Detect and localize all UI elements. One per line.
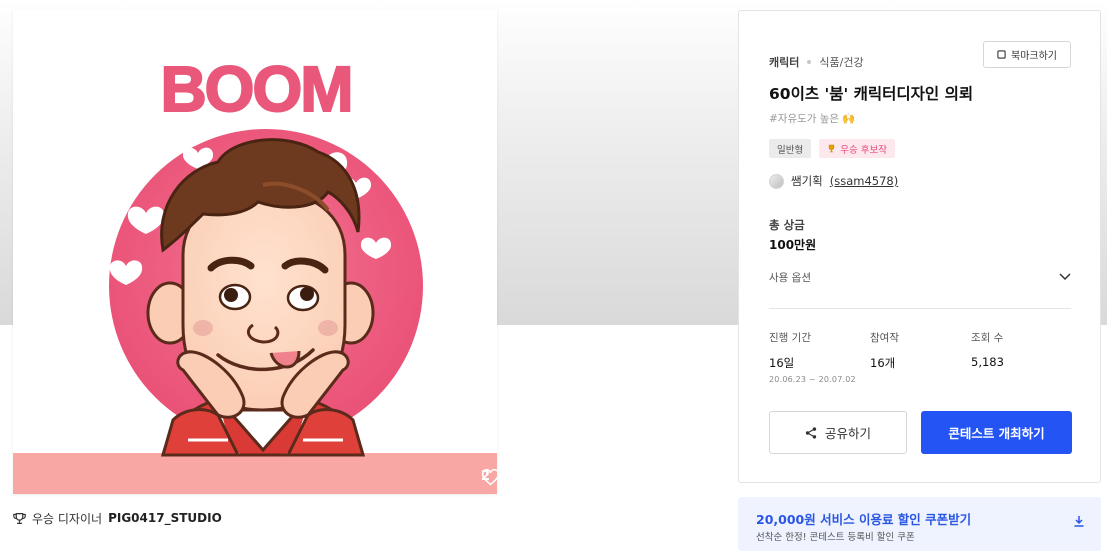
share-icon: [805, 426, 817, 439]
chevron-down-icon: [1059, 273, 1071, 281]
type-badge-label: 일반형: [777, 144, 804, 156]
host-name: 쌤기획: [791, 174, 823, 188]
usage-options-toggle[interactable]: 사용 옵션: [769, 267, 1071, 287]
breadcrumb: 캐릭터 식품/건강: [769, 54, 864, 70]
character-illustration: BOOM: [13, 52, 497, 494]
contest-stats: 진행 기간 16일 20.06.23 ~ 20.07.02 참여작 16개 조회…: [769, 330, 1074, 390]
bookmark-button[interactable]: 북마크하기: [983, 41, 1071, 68]
winner-name[interactable]: PIG0417_STUDIO: [108, 511, 222, 525]
host-avatar: [769, 173, 784, 189]
coupon-title: 20,000원 서비스 이용료 할인 쿠폰받기: [756, 512, 972, 527]
prize-label: 총 상금: [769, 218, 805, 232]
divider: [769, 308, 1071, 309]
stat-period-dates: 20.06.23 ~ 20.07.02: [769, 375, 856, 384]
bookmark-icon: [997, 50, 1006, 59]
stat-views-value: 5,183: [971, 355, 1004, 369]
host-contest-button[interactable]: 콘테스트 개최하기: [921, 411, 1072, 454]
bookmark-label: 북마크하기: [1011, 51, 1057, 62]
coupon-subtitle: 선착순 한정! 콘테스트 등록비 할인 쿠폰: [756, 532, 915, 543]
award-badge: 우승 후보작: [819, 139, 895, 158]
winner-info: 우승 디자이너 PIG0417_STUDIO: [13, 510, 222, 526]
stat-views-label: 조회 수: [971, 332, 1004, 344]
contest-tagline: #자유도가 높은 🙌: [769, 113, 856, 125]
stat-entries-value: 16개: [870, 356, 896, 370]
host-id-link[interactable]: (ssam4578): [830, 174, 898, 188]
trophy-icon: [829, 144, 835, 153]
stat-period-value: 16일: [769, 356, 795, 370]
trophy-icon: [13, 512, 26, 524]
heart-icon: [481, 469, 497, 486]
contest-title: 60이츠 '붐' 캐릭터디자인 의뢰: [769, 85, 974, 103]
download-icon[interactable]: [1073, 515, 1085, 527]
host-info: 쌤기획 (ssam4578): [769, 173, 898, 189]
like-button[interactable]: 2: [481, 469, 497, 486]
stat-views: 조회 수 5,183: [971, 330, 1004, 369]
stat-entries-label: 참여작: [870, 332, 899, 344]
coupon-banner[interactable]: 20,000원 서비스 이용료 할인 쿠폰받기 선착순 한정! 콘테스트 등록비…: [738, 497, 1101, 551]
share-button[interactable]: 공유하기: [769, 411, 907, 454]
contest-info-panel: 캐릭터 식품/건강 북마크하기 60이츠 '붐' 캐릭터디자인 의뢰 #자유도가…: [738, 10, 1101, 483]
breadcrumb-category[interactable]: 캐릭터: [769, 54, 799, 70]
award-badge-label: 우승 후보작: [840, 144, 887, 156]
breadcrumb-separator: [807, 60, 812, 64]
breadcrumb-subcategory[interactable]: 식품/건강: [819, 54, 863, 70]
type-badge: 일반형: [769, 139, 812, 158]
artwork-card[interactable]: BOOM 2: [13, 10, 497, 494]
stat-period: 진행 기간 16일 20.06.23 ~ 20.07.02: [769, 330, 856, 384]
badge-group: 일반형 우승 후보작: [769, 139, 895, 158]
bottom-band: [13, 453, 497, 494]
winner-label: 우승 디자이너: [32, 511, 103, 526]
share-label: 공유하기: [824, 426, 871, 441]
usage-options-label: 사용 옵션: [769, 271, 811, 284]
stat-entries: 참여작 16개: [870, 330, 899, 371]
stat-period-label: 진행 기간: [769, 332, 811, 344]
host-contest-label: 콘테스트 개최하기: [948, 426, 1045, 441]
prize-value: 100만원: [769, 238, 817, 252]
boom-text: BOOM: [160, 53, 351, 125]
